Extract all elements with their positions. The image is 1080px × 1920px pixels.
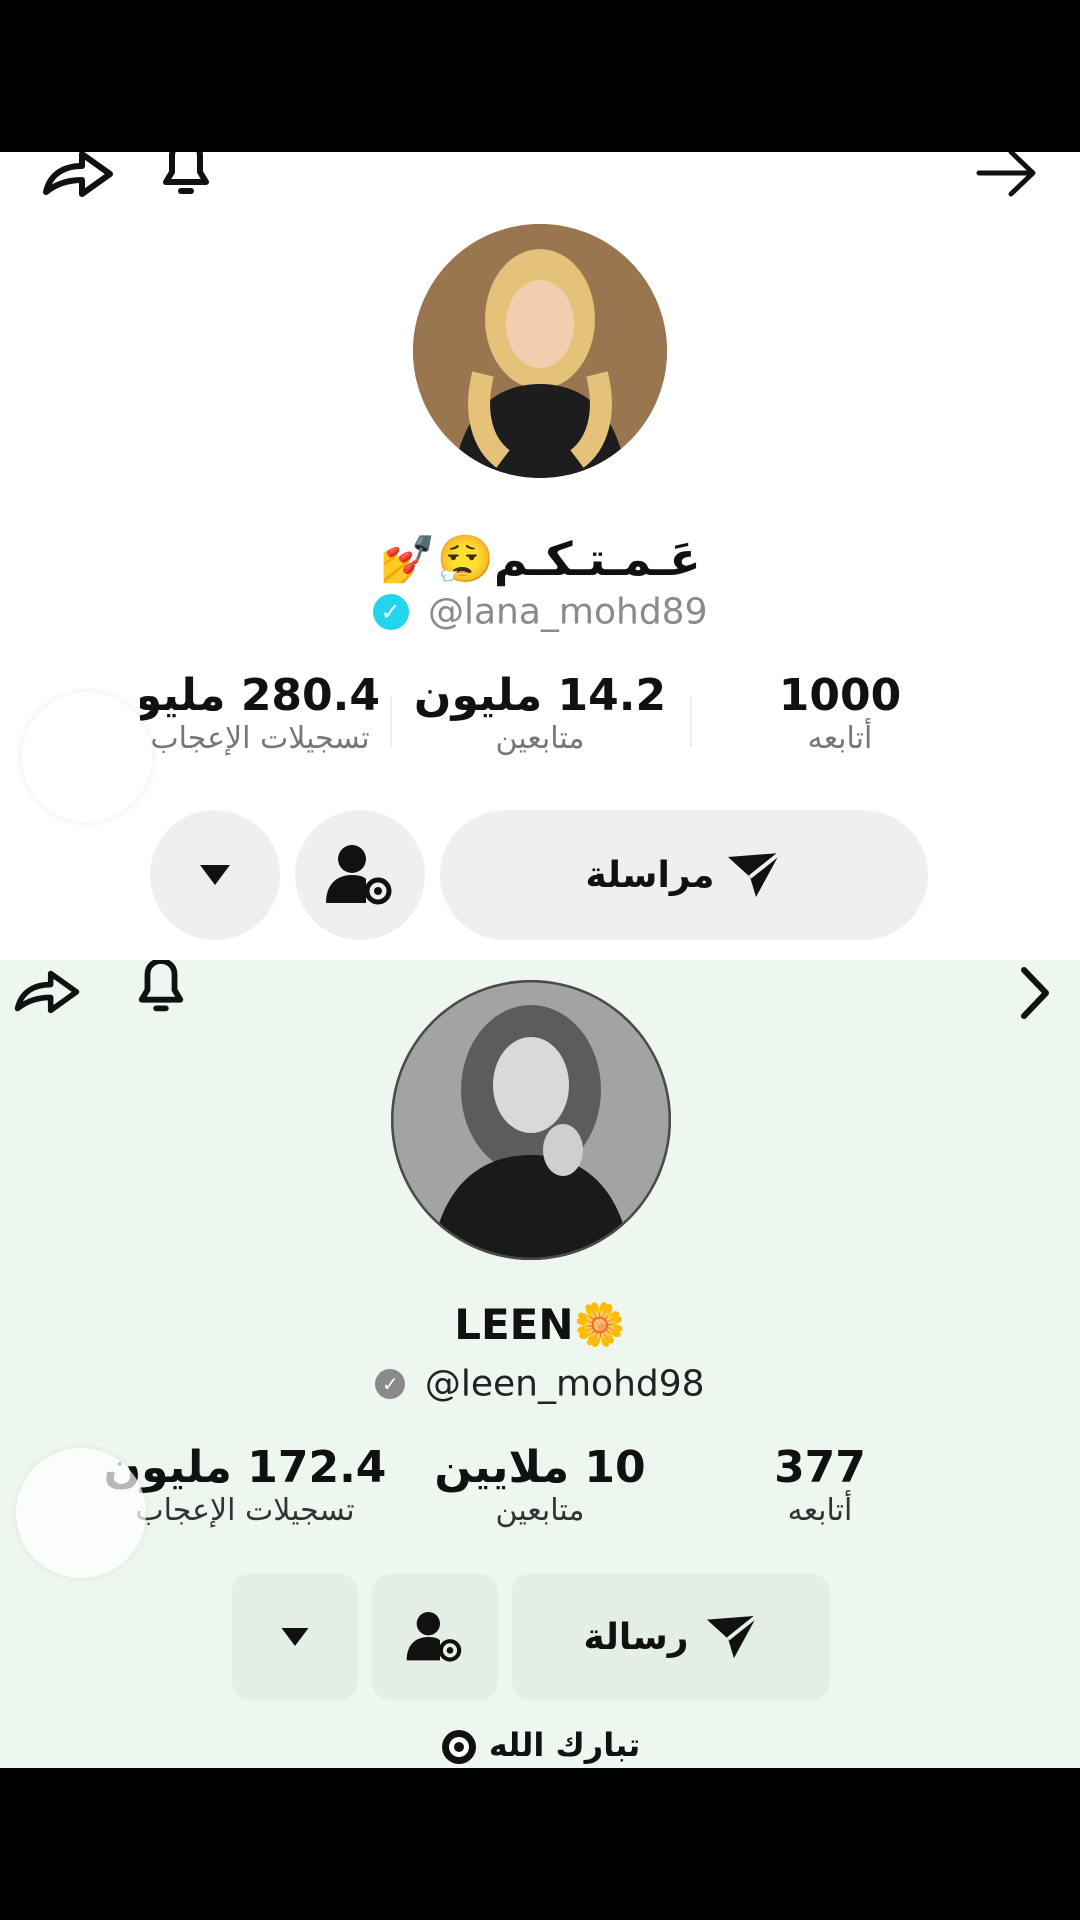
share-icon[interactable] — [40, 152, 116, 200]
send-icon — [706, 1614, 758, 1659]
handle-row: @lana_mohd89 — [0, 590, 1080, 633]
bio-tag-text: تبارك الله — [488, 1726, 641, 1764]
followers-label: متابعين — [495, 721, 585, 756]
followers-stat[interactable]: 10 ملايين متابعين — [410, 1442, 670, 1528]
dropdown-icon — [200, 865, 230, 885]
message-button-label: رسالة — [583, 1616, 689, 1658]
message-button[interactable]: مراسلة — [440, 810, 928, 940]
bell-icon[interactable] — [132, 960, 190, 1020]
following-label: أتابعه — [807, 721, 873, 756]
message-button[interactable]: رسالة — [512, 1574, 830, 1700]
stat-divider — [690, 697, 692, 747]
send-icon — [728, 851, 782, 897]
chevron-right-icon[interactable] — [1018, 966, 1052, 1020]
username-handle: @lana_mohd89 — [427, 591, 708, 633]
dropdown-icon — [281, 1628, 309, 1646]
followers-label: متابعين — [495, 1493, 585, 1528]
bio-tag: تبارك الله — [0, 1726, 1080, 1766]
profile-panel-lana: عَـمـتـكـم😮‍💨💅 @lana_mohd89 280.4 مليون … — [0, 152, 1080, 960]
verified-badge-icon — [372, 594, 409, 630]
likes-count: 172.4 مليون — [103, 1442, 387, 1493]
bubble-decoration — [22, 692, 152, 822]
dropdown-button[interactable] — [232, 1574, 358, 1700]
stat-divider — [390, 697, 392, 747]
username-handle: @leen_mohd98 — [424, 1363, 705, 1405]
user-settings-icon — [406, 1612, 462, 1662]
avatar[interactable] — [413, 224, 667, 478]
bell-icon[interactable] — [156, 152, 216, 202]
display-name: LEEN🌼 — [454, 1300, 626, 1349]
likes-count: 280.4 مليون — [140, 670, 380, 721]
profile-panel-leen: LEEN🌼 @leen_mohd98 172.4 مليون تسجيلات ا… — [0, 960, 1080, 1768]
avatar[interactable] — [391, 980, 671, 1260]
user-settings-icon — [326, 845, 392, 905]
following-label: أتابعه — [787, 1493, 853, 1528]
target-icon — [441, 1730, 476, 1764]
handle-row: @leen_mohd98 — [0, 1362, 1080, 1405]
bubble-decoration — [16, 1448, 146, 1578]
dropdown-button[interactable] — [150, 810, 280, 940]
followers-stat[interactable]: 14.2 مليون متابعين — [410, 670, 670, 756]
followers-count: 10 ملايين — [434, 1442, 646, 1493]
likes-label: تسجيلات الإعجاب — [150, 721, 370, 756]
suggested-users-button[interactable] — [372, 1574, 498, 1700]
suggested-users-button[interactable] — [295, 810, 425, 940]
following-stat[interactable]: 1000 أتابعه — [740, 670, 940, 756]
following-stat[interactable]: 377 أتابعه — [740, 1442, 900, 1528]
share-icon[interactable] — [12, 964, 82, 1018]
followers-count: 14.2 مليون — [413, 670, 667, 721]
display-name: عَـمـتـكـم😮‍💨💅 — [379, 532, 701, 586]
following-count: 377 — [774, 1442, 866, 1493]
likes-stat[interactable]: 280.4 مليون تسجيلات الإعجاب — [140, 670, 380, 756]
following-count: 1000 — [778, 670, 902, 721]
arrow-right-icon[interactable] — [975, 152, 1039, 198]
verified-badge-icon — [375, 1369, 406, 1399]
message-button-label: مراسلة — [585, 854, 715, 896]
